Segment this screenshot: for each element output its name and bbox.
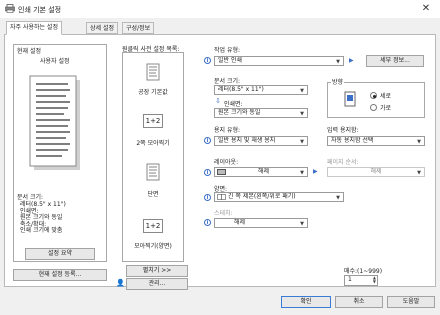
orientation-landscape-radio[interactable] <box>370 104 377 111</box>
close-icon[interactable]: ✕ <box>420 3 432 15</box>
arrow-right-icon: ▶ <box>349 57 354 64</box>
chevron-down-icon: ▼ <box>300 111 304 117</box>
ok-button[interactable]: 확인 <box>281 296 331 308</box>
tab-advanced[interactable]: 상세 설정 <box>86 22 118 34</box>
current-settings-subheading: 사용자 설정 <box>40 58 70 65</box>
title-bar <box>0 0 440 18</box>
page-order-label: 페이지 순서: <box>327 159 359 166</box>
job-type-value: 일반 인쇄 <box>218 57 242 64</box>
info-icon[interactable]: i <box>204 137 211 144</box>
job-type-select[interactable]: 일반 인쇄 ▼ <box>214 56 344 66</box>
chevron-down-icon: ▼ <box>300 170 304 176</box>
job-type-label: 작업 유형: <box>214 47 241 54</box>
layout-thumb-icon <box>217 169 226 175</box>
copies-value: 1 <box>348 276 352 283</box>
staple-value: 해제 <box>234 219 246 226</box>
print-on-select[interactable]: 원본 크기와 동일 ▼ <box>214 108 308 118</box>
info-icon[interactable]: i <box>204 194 211 201</box>
printer-icon <box>5 4 15 13</box>
arrow-right-icon: ▶ <box>313 168 318 175</box>
orientation-group <box>327 82 425 118</box>
layout-value: 해제 <box>258 168 270 175</box>
chevron-down-icon: ▼ <box>336 195 340 201</box>
duplex-book-icon <box>217 194 226 200</box>
preset-2up-duplex-icon: 1+2 <box>143 219 163 233</box>
staple-label: 스테치: <box>214 210 233 217</box>
input-tray-select[interactable]: 자동 용지함 선택 ▼ <box>327 136 425 146</box>
preset-factory-default-icon <box>146 63 160 81</box>
copies-input[interactable]: 1 ▲ ▼ <box>344 275 378 286</box>
portrait-page-icon <box>344 91 356 107</box>
chevron-down-icon: ▼ <box>417 139 421 145</box>
preset-factory-default[interactable]: 공장 기본값 <box>122 87 184 96</box>
duplex-value: 긴 쪽 제본(왼쪽/위로 패기) <box>228 193 296 200</box>
preset-simplex[interactable]: 단면 <box>122 189 184 198</box>
info-icon[interactable]: i <box>204 219 211 226</box>
paper-type-select[interactable]: 일반 용지 및 재생 용지 ▼ <box>214 136 308 146</box>
orientation-portrait-label: 세로 <box>380 93 392 100</box>
duplex-select[interactable]: 긴 쪽 제본(왼쪽/위로 패기) ▼ <box>214 192 344 202</box>
doc-size-label: 문서 크기: <box>214 78 241 85</box>
detail-scale-value: 인쇄 크기에 맞춤 <box>20 227 63 234</box>
orientation-label: 방향 <box>331 77 345 86</box>
tab-config-info[interactable]: 구성/정보 <box>122 22 155 34</box>
current-settings-heading: 현재 설정 <box>17 48 41 55</box>
input-tray-label: 입력 용지함: <box>327 127 359 134</box>
info-icon[interactable]: i <box>204 169 211 176</box>
chevron-down-icon: ▼ <box>300 221 304 227</box>
manage-button[interactable]: 관리... <box>126 278 188 290</box>
arrow-down-icon: ⇩ <box>215 97 221 105</box>
chevron-down-icon: ▼ <box>300 88 304 94</box>
spin-arrows-icon[interactable]: ▲ ▼ <box>373 276 376 284</box>
preset-2up[interactable]: 2쪽 모아찍기 <box>122 138 184 147</box>
preset-2up-icon: 1+2 <box>143 114 163 128</box>
orientation-landscape-label: 가로 <box>380 105 392 112</box>
doc-size-value: 레터(8.5" x 11") <box>218 86 264 93</box>
preset-2up-duplex[interactable]: 모아찍기(양면) <box>122 241 184 250</box>
page-order-value: 해제 <box>370 168 382 175</box>
input-tray-value: 자동 용지함 선택 <box>331 137 374 144</box>
user-icon: 👤 <box>116 279 125 287</box>
job-details-button[interactable]: 세부 정보... <box>366 55 424 67</box>
preset-simplex-icon <box>146 163 160 181</box>
staple-select[interactable]: 해제 ▼ <box>214 218 308 228</box>
print-on-value: 원본 크기와 동일 <box>218 109 261 116</box>
expand-button[interactable]: 펼치기 >> <box>126 265 188 277</box>
document-preview-icon <box>29 75 80 170</box>
window-title: 인쇄 기본 설정 <box>18 6 62 14</box>
chevron-down-icon: ▼ <box>336 59 340 65</box>
print-on-label: 인쇄면: <box>224 101 243 108</box>
chevron-down-icon: ▼ <box>417 170 421 176</box>
page-order-select[interactable]: 해제 ▼ <box>327 167 425 177</box>
doc-size-select[interactable]: 레터(8.5" x 11") ▼ <box>214 85 308 95</box>
tab-favorites[interactable]: 자주 사용하는 설정 <box>6 21 62 35</box>
layout-select[interactable]: 해제 ▼ <box>214 167 308 177</box>
info-icon[interactable]: i <box>204 57 211 64</box>
register-settings-button[interactable]: 현재 설정 등록... <box>13 269 107 281</box>
cancel-button[interactable]: 취소 <box>335 296 383 308</box>
settings-summary-button[interactable]: 설정 요약 <box>25 248 95 260</box>
chevron-down-icon: ▼ <box>300 139 304 145</box>
copies-label: 매수:(1~999) <box>344 268 383 275</box>
paper-type-label: 용지 유형: <box>214 127 241 134</box>
layout-label: 레이아웃: <box>214 159 239 166</box>
help-button[interactable]: 도움말 <box>387 296 435 308</box>
paper-type-value: 일반 용지 및 재생 용지 <box>218 137 276 144</box>
orientation-portrait-radio[interactable] <box>370 92 377 99</box>
